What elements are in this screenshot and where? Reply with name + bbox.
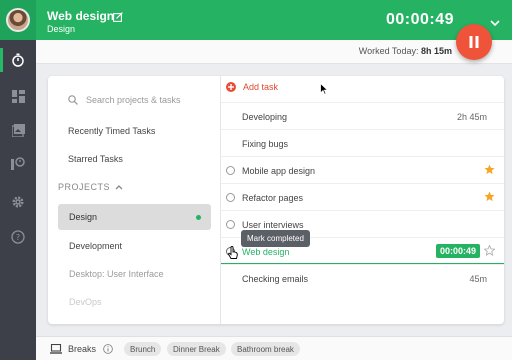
pause-icon	[469, 36, 479, 48]
task-name: Checking emails	[242, 274, 309, 284]
add-task-label: Add task	[243, 82, 279, 92]
projects-sidebar: Search projects & tasks Recently Timed T…	[48, 76, 221, 324]
worked-today-bar: Worked Today: 8h 15m	[36, 40, 512, 64]
project-item-devops[interactable]: DevOps	[58, 289, 211, 315]
task-name: Web design	[242, 247, 290, 257]
integrations-nav-button[interactable]	[0, 148, 36, 180]
task-name: Refactor pages	[242, 193, 304, 203]
breaks-label: Breaks	[68, 344, 97, 354]
break-chip-dinner-break[interactable]: Dinner Break	[167, 342, 226, 356]
stopwatch-icon	[12, 53, 24, 67]
search-placeholder: Search projects & tasks	[86, 95, 181, 105]
task-row-developing[interactable]: Developing 2h 45m	[221, 102, 504, 129]
starred-tasks-link[interactable]: Starred Tasks	[68, 154, 123, 164]
breaks-bar: Breaks Brunch Dinner Break Bathroom brea…	[36, 336, 512, 360]
active-project-dot	[196, 215, 201, 220]
task-duration: 2h 45m	[456, 112, 487, 122]
svg-text:?: ?	[16, 233, 20, 242]
running-time-badge: 00:00:49	[435, 244, 480, 258]
task-row-fixing-bugs[interactable]: Fixing bugs	[221, 129, 504, 156]
task-name: Developing	[242, 112, 288, 122]
break-chip-bathroom-break[interactable]: Bathroom break	[231, 342, 300, 356]
worked-today-value: 8h 15m	[420, 46, 452, 56]
left-rail: ?	[0, 0, 36, 360]
projects-heading[interactable]: PROJECTS	[58, 182, 123, 192]
help-nav-button[interactable]: ?	[0, 221, 36, 253]
add-task-button[interactable]: Add task	[226, 82, 278, 92]
star-outline-icon[interactable]	[484, 245, 495, 256]
dashboard-icon	[11, 89, 25, 103]
task-row-refactor-pages[interactable]: Refactor pages	[221, 183, 504, 210]
plus-icon	[226, 82, 236, 92]
gear-icon	[12, 196, 24, 208]
break-chip-brunch[interactable]: Brunch	[124, 342, 162, 356]
current-project-name: Design	[47, 24, 76, 34]
task-row-mobile-app-design[interactable]: Mobile app design	[221, 156, 504, 183]
task-list: Add task Developing 2h 45m Fixing bugs M…	[221, 76, 504, 324]
info-icon[interactable]	[103, 344, 113, 354]
mouse-pointer-icon	[320, 83, 328, 95]
current-task-name[interactable]: Web design	[47, 9, 114, 23]
timer-header: Web design Design 00:00:49	[36, 0, 512, 40]
mark-completed-tooltip: Mark completed	[241, 230, 310, 247]
edit-icon[interactable]	[113, 9, 123, 27]
settings-nav-button[interactable]	[0, 186, 36, 218]
task-name: User interviews	[242, 220, 304, 230]
worked-today: Worked Today: 8h 15m	[358, 46, 452, 56]
dashboard-nav-button[interactable]	[0, 80, 36, 112]
avatar[interactable]	[6, 8, 30, 32]
running-timer: 00:00:49	[386, 11, 455, 28]
avatar-container	[0, 0, 36, 40]
complete-checkbox[interactable]	[226, 220, 235, 229]
project-item-development[interactable]: Development	[58, 233, 211, 259]
star-filled-icon[interactable]	[484, 164, 495, 175]
hand-pointer-icon	[228, 246, 238, 259]
chevron-down-icon[interactable]	[490, 14, 500, 32]
gallery-icon	[11, 123, 25, 137]
timer-nav-button[interactable]	[0, 44, 36, 76]
chevron-up-icon	[115, 185, 123, 190]
task-name: Mobile app design	[242, 166, 316, 176]
task-duration: 45m	[469, 274, 487, 284]
task-name: Fixing bugs	[242, 139, 289, 149]
search-icon	[68, 95, 78, 105]
search-input[interactable]: Search projects & tasks	[68, 92, 208, 108]
star-filled-icon[interactable]	[484, 191, 495, 202]
recently-timed-tasks-link[interactable]: Recently Timed Tasks	[68, 126, 155, 136]
integrations-icon	[11, 157, 25, 170]
laptop-icon	[50, 344, 62, 354]
project-item-design[interactable]: Design	[58, 204, 211, 230]
pause-button[interactable]	[456, 24, 492, 60]
help-icon: ?	[11, 230, 25, 244]
project-item-desktop-user-interface[interactable]: Desktop: User Interface	[58, 261, 211, 287]
gallery-nav-button[interactable]	[0, 114, 36, 146]
task-row-checking-emails[interactable]: Checking emails 45m	[221, 264, 504, 291]
tasks-card: Search projects & tasks Recently Timed T…	[48, 76, 504, 324]
complete-checkbox[interactable]	[226, 193, 235, 202]
complete-checkbox[interactable]	[226, 166, 235, 175]
